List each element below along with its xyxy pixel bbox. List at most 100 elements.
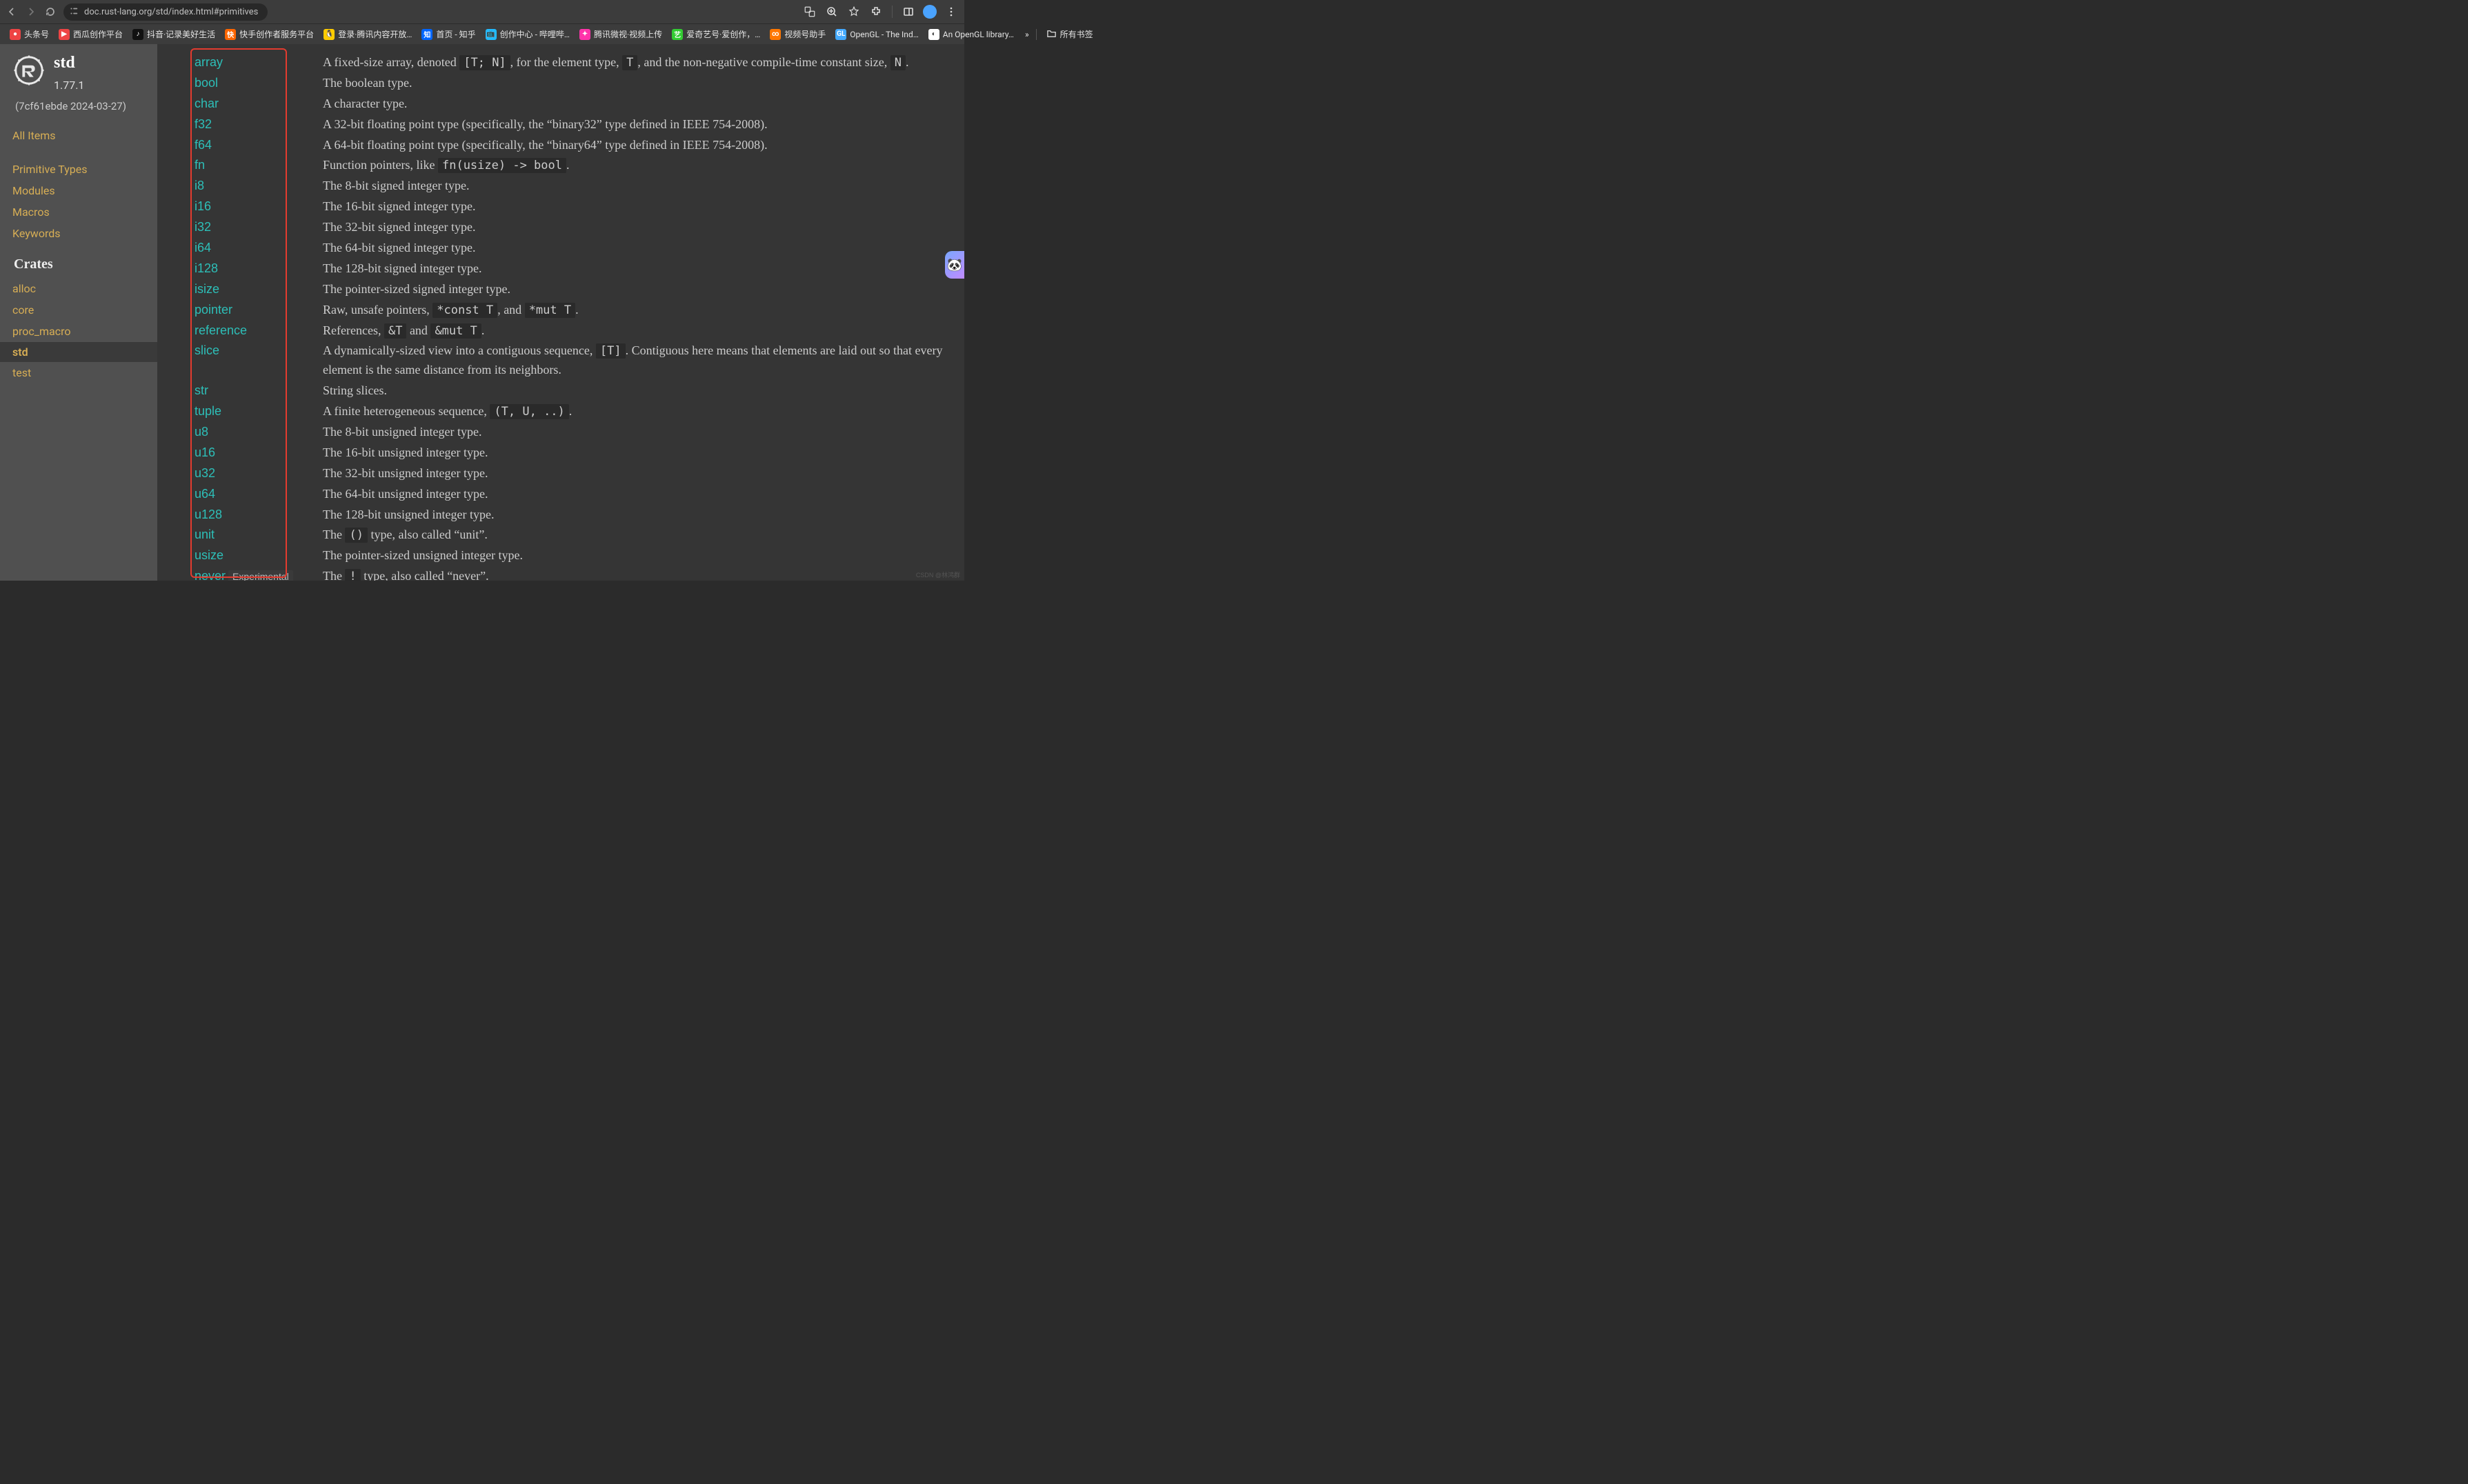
crate-title[interactable]: std xyxy=(54,54,75,72)
bookmark-star-icon[interactable] xyxy=(846,4,862,19)
inline-code: [T; N] xyxy=(459,55,510,70)
primitive-link[interactable]: str xyxy=(195,383,208,397)
bookmark-item[interactable]: 知首页 - 知乎 xyxy=(419,27,478,41)
primitive-link[interactable]: u128 xyxy=(195,508,222,521)
floating-assistant-tab[interactable]: 🐼 xyxy=(945,251,964,279)
nav-reload-icon[interactable] xyxy=(44,6,57,18)
table-row: unitThe () type, also called “unit”. xyxy=(195,525,952,545)
sidebar-nav-item[interactable]: Keywords xyxy=(12,223,152,244)
table-row: tupleA finite heterogeneous sequence, (T… xyxy=(195,401,952,422)
bookmark-label: 登录·腾讯内容开放… xyxy=(338,28,412,40)
bookmark-item[interactable]: 艺爱奇艺号·爱创作，… xyxy=(669,27,763,41)
docs-viewport[interactable]: arrayA fixed-size array, denoted [T; N],… xyxy=(157,44,964,581)
inline-code: &mut T xyxy=(430,323,481,339)
primitive-link[interactable]: never xyxy=(195,569,226,581)
table-row: f32 A 32-bit floating point type (specifi… xyxy=(195,114,952,135)
inline-code: T xyxy=(622,55,637,70)
experimental-badge: Experimental xyxy=(228,570,293,581)
inline-code: (T, U, ..) xyxy=(490,404,568,419)
table-row: i64The 64-bit signed integer type. xyxy=(195,238,952,259)
sidebar-nav-item[interactable]: Macros xyxy=(12,201,152,223)
primitive-description: The 16-bit unsigned integer type. xyxy=(323,443,952,463)
sidepanel-icon[interactable] xyxy=(901,4,916,19)
primitive-link[interactable]: bool xyxy=(195,76,218,90)
extensions-icon[interactable] xyxy=(868,4,884,19)
bookmark-item[interactable]: ♪抖音·记录美好生活 xyxy=(130,27,218,41)
zoom-icon[interactable] xyxy=(824,4,839,19)
primitive-description: The pointer-sized unsigned integer type. xyxy=(323,545,952,566)
primitive-link[interactable]: i16 xyxy=(195,199,211,213)
primitive-link[interactable]: usize xyxy=(195,548,223,562)
site-info-icon[interactable] xyxy=(69,6,79,18)
toolbar-separator xyxy=(892,6,893,18)
primitive-description: The boolean type. xyxy=(323,73,952,94)
sidebar-all-items[interactable]: All Items xyxy=(12,125,152,146)
rust-logo-icon[interactable] xyxy=(12,54,46,87)
primitive-link[interactable]: u32 xyxy=(195,466,215,480)
bookmark-favicon: ▶ xyxy=(59,29,70,40)
crate-hash: (7cf61ebde 2024-03-27) xyxy=(15,100,152,112)
primitive-link[interactable]: u64 xyxy=(195,487,215,501)
bookmark-label: 视频号助手 xyxy=(784,28,826,40)
sidebar-crate-item[interactable]: std xyxy=(0,342,157,362)
bookmark-item[interactable]: ∞视频号助手 xyxy=(767,27,828,41)
bookmark-favicon: 🐧 xyxy=(324,29,335,40)
table-row: i32The 32-bit signed integer type. xyxy=(195,217,952,238)
bookmark-item[interactable]: ◐An OpenGL library… xyxy=(926,28,1017,41)
bookmark-favicon: 📺 xyxy=(486,29,497,40)
primitive-description: References, &T and &mut T. xyxy=(323,321,952,341)
bookmark-favicon: GL xyxy=(835,29,846,40)
primitive-link[interactable]: fn xyxy=(195,158,205,172)
sidebar-nav-item[interactable]: Modules xyxy=(12,180,152,201)
primitive-link[interactable]: pointer xyxy=(195,303,232,317)
sidebar-crate-item[interactable]: core xyxy=(12,299,152,321)
primitive-link[interactable]: i128 xyxy=(195,261,218,275)
primitive-link[interactable]: u16 xyxy=(195,445,215,459)
bookmark-label: OpenGL - The Ind… xyxy=(850,30,918,39)
bookmarks-overflow-icon[interactable]: » xyxy=(1025,30,1029,39)
primitive-link[interactable]: u8 xyxy=(195,425,208,439)
primitive-link[interactable]: char xyxy=(195,97,219,110)
primitive-description: A character type. xyxy=(323,94,952,114)
table-row: u32The 32-bit unsigned integer type. xyxy=(195,463,952,484)
bookmark-item[interactable]: 🐧登录·腾讯内容开放… xyxy=(321,27,415,41)
bookmark-item[interactable]: ✦腾讯微视·视频上传 xyxy=(577,27,665,41)
nav-back-icon[interactable] xyxy=(6,6,18,18)
bookmark-item[interactable]: GL OpenGL - The Ind… xyxy=(833,28,921,41)
all-bookmarks-button[interactable]: 所有书签 xyxy=(1044,27,1096,42)
bookmark-item[interactable]: 快快手创作者服务平台 xyxy=(222,27,317,41)
bookmark-favicon: ♪ xyxy=(132,29,143,40)
table-row: u64The 64-bit unsigned integer type. xyxy=(195,484,952,505)
primitive-description: A dynamically-sized view into a contiguo… xyxy=(323,341,952,381)
primitive-link[interactable]: f32 xyxy=(195,117,212,131)
bookmark-item[interactable]: ●头条号 xyxy=(7,27,52,41)
primitive-link[interactable]: i32 xyxy=(195,220,211,234)
nav-forward-icon[interactable] xyxy=(25,6,37,18)
chrome-menu-icon[interactable] xyxy=(944,4,959,19)
sidebar-nav-item[interactable]: Primitive Types xyxy=(12,159,152,180)
primitive-link[interactable]: reference xyxy=(195,323,247,337)
inline-code: () xyxy=(345,528,367,543)
bookmark-item[interactable]: 📺创作中心 - 哔哩哔… xyxy=(483,27,573,41)
address-bar[interactable]: doc.rust-lang.org/std/index.html#primiti… xyxy=(63,3,268,21)
inline-code: ! xyxy=(345,569,360,581)
primitive-link[interactable]: unit xyxy=(195,528,215,541)
primitive-link[interactable]: isize xyxy=(195,282,219,296)
inline-code: *const T xyxy=(432,303,497,318)
primitive-link[interactable]: f64 xyxy=(195,138,212,152)
assistant-icon: 🐼 xyxy=(947,258,962,272)
primitive-description: A 32-bit floating point type (specifical… xyxy=(323,114,952,135)
table-row: fnFunction pointers, like fn(usize) -> b… xyxy=(195,155,952,176)
primitive-link[interactable]: tuple xyxy=(195,404,221,418)
primitive-link[interactable]: i8 xyxy=(195,179,204,192)
bookmark-item[interactable]: ▶西瓜创作平台 xyxy=(56,27,126,41)
sidebar-crate-item[interactable]: alloc xyxy=(12,278,152,299)
translate-icon[interactable] xyxy=(802,4,817,19)
profile-avatar[interactable] xyxy=(923,5,937,19)
primitive-link[interactable]: array xyxy=(195,55,223,69)
sidebar-crate-item[interactable]: proc_macro xyxy=(12,321,152,342)
primitive-link[interactable]: i64 xyxy=(195,241,211,254)
table-row: neverExperimentalThe ! type, also called… xyxy=(195,566,952,581)
sidebar-crate-item[interactable]: test xyxy=(12,362,152,383)
primitive-link[interactable]: slice xyxy=(195,343,219,357)
